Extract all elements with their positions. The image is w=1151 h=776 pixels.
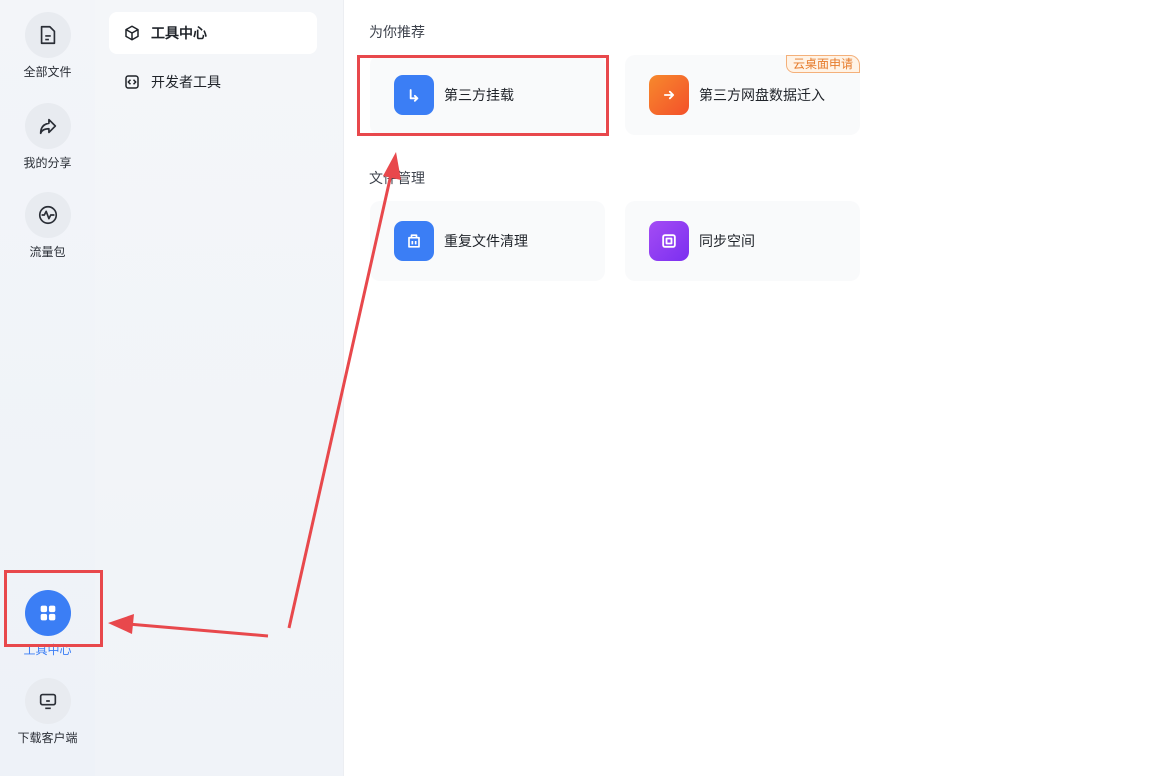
- card-third-party-migrate[interactable]: 第三方网盘数据迁入 云桌面申请: [625, 55, 860, 135]
- left-rail: 全部文件 我的分享 流量包 工具中心 下载客户端: [0, 0, 95, 776]
- subnav-item-label: 开发者工具: [151, 75, 221, 91]
- monitor-icon: [24, 678, 71, 724]
- sync-icon: [649, 221, 689, 261]
- card-label: 重复文件清理: [444, 234, 528, 250]
- rail-item-download-client[interactable]: 下载客户端: [0, 678, 95, 746]
- rail-item-label: 工具中心: [23, 643, 72, 657]
- sub-navigation: 工具中心 开发者工具: [95, 0, 344, 776]
- mount-icon: [394, 75, 434, 115]
- file-icon: [24, 12, 71, 58]
- card-duplicate-cleanup[interactable]: 重复文件清理: [370, 201, 605, 281]
- rail-item-traffic[interactable]: 流量包: [0, 192, 95, 260]
- card-label: 第三方挂载: [444, 88, 514, 104]
- card-sync-space[interactable]: 同步空间: [625, 201, 860, 281]
- rail-item-tool-center[interactable]: 工具中心: [0, 590, 95, 658]
- rail-item-my-share[interactable]: 我的分享: [0, 103, 95, 171]
- rail-item-label: 下载客户端: [17, 731, 78, 745]
- grid-icon: [24, 590, 71, 636]
- rail-item-label: 我的分享: [23, 156, 72, 170]
- share-icon: [24, 103, 71, 149]
- subnav-item-developer-tools[interactable]: 开发者工具: [109, 61, 317, 103]
- code-icon: [125, 75, 139, 89]
- traffic-icon: [24, 192, 71, 238]
- rail-item-all-files[interactable]: 全部文件: [0, 12, 95, 80]
- migrate-icon: [649, 75, 689, 115]
- subnav-item-label: 工具中心: [151, 26, 207, 42]
- rail-item-label: 流量包: [29, 245, 66, 259]
- trash-icon: [394, 221, 434, 261]
- section-title-recommended: 为你推荐: [369, 25, 425, 41]
- rail-item-label: 全部文件: [23, 65, 72, 79]
- card-label: 第三方网盘数据迁入: [699, 88, 825, 104]
- card-third-party-mount[interactable]: 第三方挂载: [370, 55, 605, 135]
- card-label: 同步空间: [699, 234, 755, 250]
- section-title-file-management: 文件管理: [369, 171, 425, 187]
- subnav-item-tool-center[interactable]: 工具中心: [109, 12, 317, 54]
- cube-icon: [125, 25, 139, 41]
- cloud-desktop-badge: 云桌面申请: [785, 55, 860, 73]
